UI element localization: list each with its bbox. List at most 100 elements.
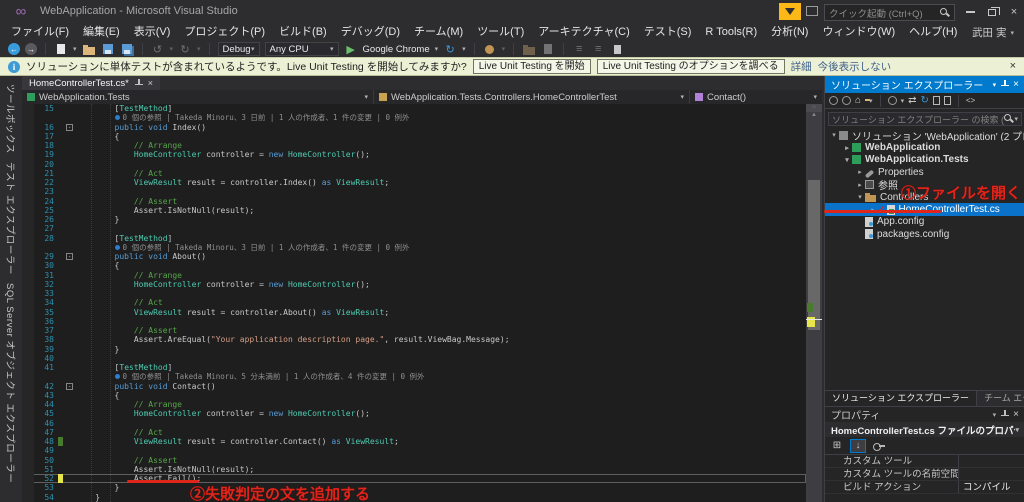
code-line[interactable]: 26} (22, 215, 806, 225)
menu-item[interactable]: プロジェクト(P) (177, 24, 272, 41)
close-icon[interactable]: × (1013, 79, 1019, 90)
pin-icon[interactable] (1000, 80, 1010, 89)
open-file-icon[interactable] (82, 42, 96, 56)
code-line[interactable]: 21// Act (22, 168, 806, 178)
back-icon[interactable] (829, 96, 838, 105)
solution-platform-dropdown[interactable]: Any CPU ▾ (264, 42, 339, 56)
tree-item[interactable]: ▸ Properties (825, 166, 1024, 179)
window-position-icon[interactable]: ▾ (993, 411, 997, 419)
view-code-icon[interactable]: <> (966, 94, 975, 108)
tool-window-tab[interactable]: テスト エクスプローラー (4, 162, 18, 275)
splitter-grip-icon[interactable]: ⁘ (806, 104, 822, 112)
code-line[interactable]: 17{ (22, 131, 806, 141)
code-line[interactable]: 47// Act (22, 427, 806, 437)
code-line[interactable]: 44// Arrange (22, 400, 806, 410)
code-line[interactable]: 24// Assert (22, 196, 806, 206)
refresh-icon[interactable]: ↻ (920, 94, 928, 108)
details-link[interactable]: 詳細 (791, 59, 812, 74)
start-live-unit-testing-button[interactable]: Live Unit Testing を開始 (472, 59, 591, 74)
code-line[interactable]: 29- public void About() (22, 252, 806, 262)
navigate-forward-icon[interactable]: → (25, 43, 37, 55)
code-line[interactable]: 41 [TestMethod] (22, 363, 806, 373)
home-icon[interactable]: ⌂ (855, 94, 861, 108)
code-line[interactable]: 33 (22, 289, 806, 299)
menu-item[interactable]: R Tools(R) (698, 24, 764, 41)
close-button[interactable]: × (1004, 4, 1024, 20)
collapse-all-icon[interactable] (932, 96, 940, 105)
show-all-files-icon[interactable] (943, 96, 951, 105)
tab-team-explorer[interactable]: チーム エクスプローラー (977, 391, 1024, 406)
tool-window-tab[interactable]: SQL Server オブジェクト エクスプローラー (4, 283, 18, 483)
menu-item[interactable]: ツール(T) (470, 24, 531, 41)
chevron-down-icon[interactable]: ▾ (462, 45, 466, 53)
start-debug-icon[interactable]: ▶ (344, 42, 358, 56)
scroll-up-icon[interactable]: ▲ (806, 112, 822, 118)
menu-item[interactable]: テスト(S) (637, 24, 699, 41)
code-line[interactable]: 38 Assert.AreEqual("Your application desc… (22, 335, 806, 345)
alphabetical-sort-icon[interactable]: ↓ (850, 438, 866, 453)
pending-changes-filter-icon[interactable] (887, 96, 897, 105)
code-line[interactable]: 15 [TestMethod] (22, 104, 806, 114)
live-unit-testing-options-button[interactable]: Live Unit Testing のオプションを調べる (596, 59, 785, 74)
dismiss-link[interactable]: 今後表示しない (818, 59, 892, 74)
code-line[interactable]: 31// Arrange (22, 270, 806, 280)
code-line[interactable]: 30{ (22, 261, 806, 271)
infobar-close-icon[interactable]: × (1010, 60, 1016, 72)
menu-item[interactable]: チーム(M) (407, 24, 470, 41)
chevron-down-icon[interactable]: ▾ (73, 45, 77, 53)
code-line[interactable]: 0 個の参照 | Takeda Minoru、3 日前 | 1 人の作成者、1 … (22, 113, 806, 123)
code-line[interactable]: 42- public void Contact() (22, 381, 806, 391)
code-line[interactable]: 25 Assert.IsNotNull(result); (22, 205, 806, 215)
properties-object-dropdown[interactable]: HomeControllerTest.cs ファイルのプロパティ ▾ (825, 422, 1024, 437)
code-line[interactable]: 54} (22, 492, 806, 502)
code-line[interactable]: 49 (22, 446, 806, 456)
menu-item[interactable]: ヘルプ(H) (902, 24, 964, 41)
property-row[interactable]: カスタム ツール (825, 455, 1024, 468)
quick-launch-input[interactable]: クイック起動 (Ctrl+Q) (824, 4, 955, 21)
code-line[interactable]: 35 ViewResult result = controller.About()… (22, 307, 806, 317)
menu-item[interactable]: 表示(V) (127, 24, 178, 41)
solution-config-dropdown[interactable]: Debug ▾ (217, 42, 260, 56)
close-icon[interactable]: × (1013, 409, 1019, 420)
code-line[interactable]: 40 (22, 353, 806, 363)
tool-window-tab[interactable]: ツールボックス (4, 84, 18, 154)
code-line[interactable]: 46 (22, 418, 806, 428)
code-line[interactable]: 23 (22, 187, 806, 197)
code-line[interactable]: 0 個の参照 | Takeda Minoru、5 分未満前 | 1 人の作成者、… (22, 372, 806, 382)
code-line[interactable]: 16- public void Index() (22, 122, 806, 132)
code-line[interactable]: 36 (22, 316, 806, 326)
menu-item[interactable]: 編集(E) (76, 24, 127, 41)
code-line[interactable]: 45 HomeController controller = new HomeCo… (22, 409, 806, 419)
code-line[interactable]: 43{ (22, 390, 806, 400)
code-line[interactable]: 0 個の参照 | Takeda Minoru、3 日前 | 1 人の作成者、1 … (22, 242, 806, 252)
menu-item[interactable]: ビルド(B) (272, 24, 334, 41)
tree-item[interactable]: packages.config (825, 228, 1024, 240)
minimize-button[interactable] (960, 4, 980, 20)
chevron-down-icon[interactable]: ▾ (435, 45, 439, 53)
new-file-icon[interactable] (54, 42, 68, 56)
save-icon[interactable] (101, 42, 115, 56)
tab-solution-explorer[interactable]: ソリューション エクスプローラー (825, 391, 978, 406)
solution-explorer-search-input[interactable]: ソリューション エクスプローラー の検索 (Ctrl+;) ▾ (828, 112, 1022, 126)
sync-with-active-document-icon[interactable]: ⇄ (908, 94, 916, 108)
code-line[interactable]: 53} (22, 483, 806, 493)
menu-item[interactable]: 分析(N) (764, 24, 815, 41)
type-dropdown[interactable]: WebApplication.Tests.Controllers.HomeCon… (374, 90, 690, 104)
redo-icon[interactable]: ↻ (178, 42, 192, 56)
refresh-icon[interactable]: ↻ (443, 42, 457, 56)
code-line[interactable]: 51 Assert.IsNotNull(result); (22, 464, 806, 474)
menu-item[interactable]: ウィンドウ(W) (815, 24, 902, 41)
code-line[interactable]: 27 (22, 224, 806, 234)
chevron-down-icon[interactable]: ▾ (1014, 115, 1018, 123)
code-line[interactable]: 34// Act (22, 298, 806, 308)
tree-item[interactable]: ▸ WebApplication (825, 141, 1024, 153)
menu-item[interactable]: アーキテクチャ(C) (531, 24, 637, 41)
tab-close-icon[interactable]: × (148, 78, 153, 88)
start-browser-label[interactable]: Google Chrome (363, 44, 430, 55)
window-position-icon[interactable]: ▾ (993, 81, 997, 89)
code-line[interactable]: 20 (22, 159, 806, 169)
pin-icon[interactable] (1000, 410, 1010, 419)
code-line[interactable]: 18// Arrange (22, 141, 806, 151)
menu-item[interactable]: デバッグ(D) (334, 24, 407, 41)
document-tab[interactable]: HomeControllerTest.cs* × (22, 76, 161, 90)
